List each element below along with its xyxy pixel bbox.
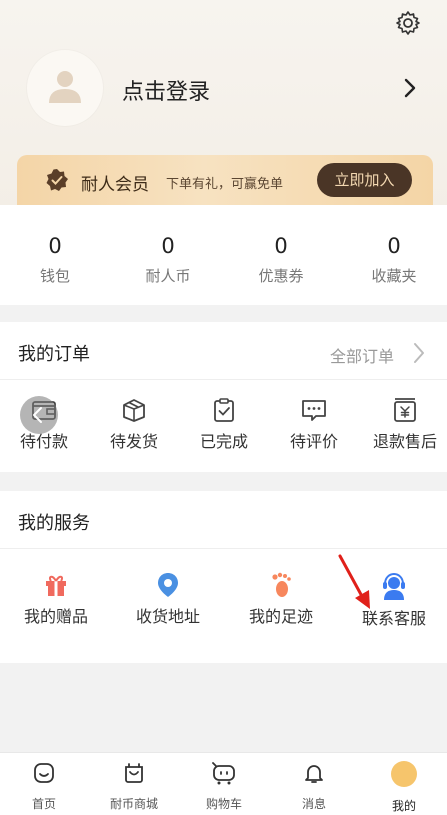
orders-section: 我的订单 全部订单 待付款 待发货 已完成 待评价 退款售后 [0, 322, 447, 472]
all-orders-link[interactable]: 全部订单 [330, 343, 394, 367]
order-item-refund[interactable]: 退款售后 [366, 396, 444, 452]
tab-shop[interactable]: 耐币商城 [94, 761, 174, 812]
service-address[interactable]: 收货地址 [126, 571, 210, 627]
stat-label: 收藏夹 [371, 267, 417, 285]
services-title: 我的服务 [18, 513, 90, 534]
stat-coins[interactable]: 0 耐人币 [118, 233, 218, 286]
tab-home[interactable]: 首页 [4, 761, 84, 812]
stat-label: 钱包 [39, 267, 70, 285]
order-item-label: 待评价 [289, 432, 338, 451]
user-avatar-icon [49, 71, 81, 103]
service-label: 收货地址 [135, 607, 200, 626]
profile-header: 点击登录 耐人会员 下单有礼，可赢免单 立即加入 [0, 0, 447, 215]
login-link[interactable]: 点击登录 [122, 74, 210, 106]
chevron-right-icon[interactable] [403, 78, 417, 98]
service-label: 我的足迹 [248, 607, 313, 626]
order-item-label: 待发货 [109, 432, 158, 451]
order-item-to-ship[interactable]: 待发货 [98, 396, 170, 452]
stat-value: 0 [387, 234, 401, 258]
clipboard-check-icon [214, 398, 234, 422]
orders-header: 我的订单 全部订单 [0, 322, 447, 380]
tab-messages[interactable]: 消息 [274, 761, 354, 812]
home-icon [34, 763, 54, 783]
annotation-arrow-icon [338, 554, 370, 609]
footprint-icon [272, 572, 291, 597]
bell-icon [305, 765, 323, 783]
order-item-label: 退款售后 [372, 432, 437, 451]
stat-value: 0 [161, 234, 175, 258]
order-item-to-review[interactable]: 待评价 [278, 396, 350, 452]
service-gifts[interactable]: 我的赠品 [14, 571, 98, 627]
tab-cart[interactable]: 购物车 [184, 761, 264, 812]
cart-icon [212, 762, 235, 785]
customer-service-icon [383, 572, 405, 600]
box-icon [123, 399, 145, 422]
me-icon [391, 761, 417, 787]
chevron-right-icon[interactable] [412, 342, 426, 364]
location-pin-icon [158, 573, 178, 597]
back-overlay-button[interactable] [20, 396, 58, 434]
gear-icon[interactable] [395, 10, 421, 36]
tab-me[interactable]: 我的 [364, 761, 444, 814]
tab-label: 耐币商城 [109, 797, 158, 811]
orders-title: 我的订单 [18, 344, 90, 365]
services-section: 我的服务 我的赠品 收货地址 我的足迹 联系客服 [0, 491, 447, 663]
stat-label: 耐人币 [145, 267, 191, 285]
bottom-tab-bar: 首页 耐币商城 购物车 消息 我的 [0, 752, 447, 815]
gift-icon [46, 575, 66, 596]
order-item-label: 已完成 [199, 432, 248, 451]
services-header: 我的服务 [0, 491, 447, 549]
chevron-left-icon [33, 407, 42, 423]
stat-value: 0 [274, 234, 288, 258]
stat-coupons[interactable]: 0 优惠券 [231, 233, 331, 286]
member-subtitle: 下单有礼，可赢免单 [166, 177, 284, 192]
member-badge-icon [46, 169, 68, 191]
stat-value: 0 [48, 234, 62, 258]
tab-label: 购物车 [205, 797, 242, 811]
tab-label: 消息 [301, 797, 326, 811]
shop-icon [125, 763, 143, 783]
service-footprints[interactable]: 我的足迹 [239, 571, 323, 627]
comment-icon [302, 400, 326, 421]
member-title: 耐人会员 [81, 175, 149, 195]
refund-icon [394, 398, 416, 422]
stats-bar: 0 钱包 0 耐人币 0 优惠券 0 收藏夹 [0, 205, 447, 305]
stat-label: 优惠券 [258, 267, 304, 285]
service-label: 我的赠品 [23, 607, 88, 626]
avatar[interactable] [27, 50, 103, 126]
stat-favorites[interactable]: 0 收藏夹 [344, 233, 444, 286]
tab-label: 我的 [391, 799, 416, 813]
tab-label: 首页 [31, 797, 56, 811]
order-item-completed[interactable]: 已完成 [188, 396, 260, 452]
join-member-button[interactable]: 立即加入 [317, 163, 412, 197]
stat-wallet[interactable]: 0 钱包 [5, 233, 105, 286]
membership-banner[interactable]: 耐人会员 下单有礼，可赢免单 立即加入 [17, 155, 433, 205]
